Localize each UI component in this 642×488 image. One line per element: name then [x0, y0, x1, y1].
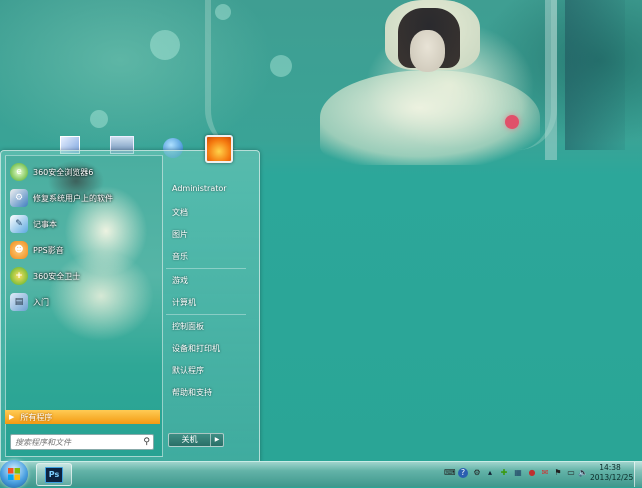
shutdown-button[interactable]: 关机: [169, 434, 211, 446]
search-icon[interactable]: ⚲: [143, 437, 150, 447]
menu-item-music[interactable]: 音乐: [172, 251, 188, 262]
pps-icon: ☻: [10, 241, 28, 259]
tool-icon: ⚙: [10, 189, 28, 207]
volume-icon[interactable]: 🔈: [578, 468, 588, 478]
qq-tray-icon[interactable]: ●: [527, 468, 537, 478]
program-repair-tool[interactable]: ⚙ 修复系统用户上的软件: [10, 188, 160, 208]
clock-date: 2013/12/25: [590, 473, 634, 482]
user-avatar[interactable]: [205, 135, 233, 163]
menu-item-help-support[interactable]: 帮助和支持: [172, 387, 212, 398]
user-name-link[interactable]: Administrator: [172, 184, 227, 193]
menu-item-documents[interactable]: 文档: [172, 207, 188, 218]
program-pps[interactable]: ☻ PPS影音: [10, 240, 160, 260]
taskbar-clock[interactable]: 14:38 2013/12/25: [590, 463, 634, 483]
chat-tray-icon[interactable]: ✉: [540, 468, 550, 478]
show-desktop-button[interactable]: [634, 462, 642, 487]
menu-item-devices-printers[interactable]: 设备和打印机: [172, 343, 220, 354]
program-label: 入门: [33, 297, 49, 307]
keyboard-layout-icon[interactable]: ⌨: [444, 468, 456, 478]
menu-separator: [166, 268, 246, 269]
start-menu: e 360安全浏览器6 ⚙ 修复系统用户上的软件 ✎ 记事本 ☻ PPS影音 +…: [0, 150, 260, 463]
program-label: 360安全卫士: [33, 271, 81, 281]
arrow-right-icon: ▶: [9, 413, 15, 421]
clock-time: 14:38: [599, 463, 621, 472]
all-programs-button[interactable]: ▶ 所有程序: [5, 410, 160, 424]
menu-item-default-programs[interactable]: 默认程序: [172, 365, 204, 376]
program-notepad[interactable]: ✎ 记事本: [10, 214, 160, 234]
360-safe-icon: +: [10, 267, 28, 285]
windows-logo-icon: [8, 468, 20, 480]
program-360-browser[interactable]: e 360安全浏览器6: [10, 162, 160, 182]
network-tray-icon[interactable]: ▦: [513, 468, 523, 478]
help-icon[interactable]: ?: [458, 468, 468, 478]
flag-tray-icon[interactable]: ⚑: [553, 468, 563, 478]
getting-started-icon: ▤: [10, 293, 28, 311]
photoshop-icon: Ps: [45, 467, 63, 483]
menu-item-control-panel[interactable]: 控制面板: [172, 321, 204, 332]
display-tray-icon[interactable]: ▭: [566, 468, 576, 478]
all-programs-label: 所有程序: [20, 412, 53, 422]
menu-item-games[interactable]: 游戏: [172, 275, 188, 286]
program-label: 修复系统用户上的软件: [33, 193, 113, 203]
tray-settings-icon[interactable]: ⚙: [472, 468, 482, 478]
shutdown-button-group: 关机 ▶: [168, 433, 224, 447]
start-button[interactable]: [0, 460, 28, 488]
360-browser-icon: e: [10, 163, 28, 181]
shutdown-options-arrow-icon[interactable]: ▶: [211, 434, 223, 446]
program-label: 360安全浏览器6: [33, 167, 94, 177]
menu-item-pictures[interactable]: 图片: [172, 229, 188, 240]
program-label: 记事本: [33, 219, 57, 229]
start-search-box[interactable]: ⚲: [10, 434, 154, 450]
program-360-safe[interactable]: + 360安全卫士: [10, 266, 160, 286]
menu-separator: [166, 314, 246, 315]
360-tray-icon[interactable]: ✚: [499, 468, 509, 478]
search-input[interactable]: [11, 436, 133, 448]
show-hidden-icons-icon[interactable]: ▴: [485, 468, 495, 478]
notepad-icon: ✎: [10, 215, 28, 233]
menu-item-computer[interactable]: 计算机: [172, 297, 196, 308]
taskbar: Ps ⌨ ? ⚙ ▴ ✚ ▦ ● ✉ ⚑ ▭ 🔈 14:38 2013/12/2…: [0, 460, 642, 488]
program-label: PPS影音: [33, 245, 64, 255]
taskbar-photoshop-button[interactable]: Ps: [36, 463, 72, 486]
program-getting-started[interactable]: ▤ 入门: [10, 292, 160, 312]
